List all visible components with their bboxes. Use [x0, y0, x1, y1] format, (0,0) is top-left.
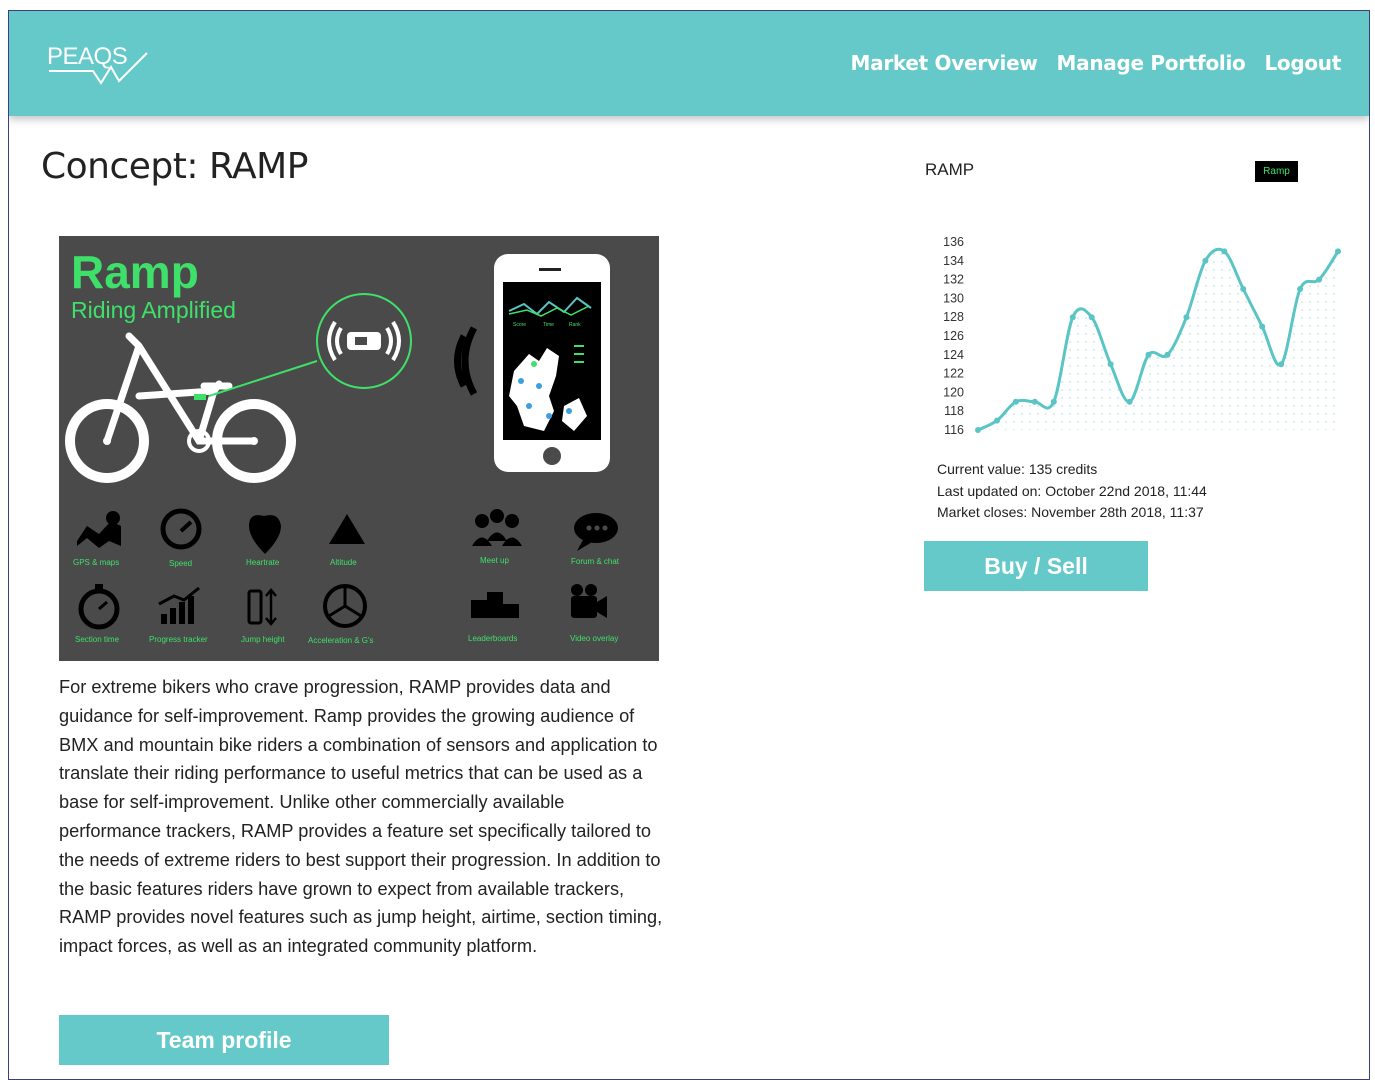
- leaderboards-icon: [471, 600, 487, 618]
- svg-text:Acceleration & G's: Acceleration & G's: [308, 636, 374, 645]
- svg-text:Score: Score: [513, 322, 526, 328]
- svg-text:GPS & maps: GPS & maps: [73, 558, 119, 567]
- chart-title: RAMP: [925, 160, 975, 179]
- svg-text:Progress tracker: Progress tracker: [149, 635, 208, 644]
- chart-legend-item[interactable]: Ramp: [1255, 161, 1298, 182]
- chart-data-point[interactable]: [1164, 351, 1171, 358]
- y-tick-label: 136: [943, 236, 964, 249]
- svg-text:Leaderboards: Leaderboards: [468, 634, 517, 643]
- y-tick-label: 126: [943, 329, 964, 343]
- chart-data-point[interactable]: [1050, 398, 1057, 405]
- signal-waves-icon: [454, 326, 478, 396]
- video-overlay-icon: [571, 596, 597, 618]
- current-value: Current value: 135 credits: [937, 461, 1098, 477]
- nav-links: Market Overview Manage Portfolio Logout: [851, 51, 1342, 75]
- y-tick-label: 128: [943, 310, 964, 324]
- svg-text:Heartrate: Heartrate: [246, 558, 280, 567]
- chart-data-point[interactable]: [1031, 398, 1038, 405]
- phone-icon: Score Time Rank: [494, 254, 610, 472]
- chart-data-point[interactable]: [1107, 361, 1114, 368]
- chart-data-point[interactable]: [1278, 361, 1285, 368]
- nav-manage-portfolio[interactable]: Manage Portfolio: [1057, 51, 1246, 75]
- chart-data-point[interactable]: [1183, 314, 1190, 321]
- svg-text:Time: Time: [543, 322, 554, 328]
- navbar: PEAQS Market Overview Manage Portfolio L…: [9, 11, 1369, 116]
- y-tick-label: 134: [943, 254, 964, 268]
- peaqs-logo[interactable]: PEAQS: [47, 41, 157, 85]
- heartrate-icon: [249, 515, 281, 554]
- chart-data-point[interactable]: [993, 417, 1000, 424]
- svg-text:Meet up: Meet up: [480, 556, 509, 565]
- buy-sell-button[interactable]: Buy / Sell: [924, 541, 1148, 591]
- nav-market-overview[interactable]: Market Overview: [851, 51, 1038, 75]
- svg-text:Forum & chat: Forum & chat: [571, 557, 620, 566]
- chart-data-point[interactable]: [1335, 248, 1341, 255]
- chart-data-point[interactable]: [1202, 257, 1209, 264]
- chart-data-point[interactable]: [975, 427, 981, 433]
- chart-data-point[interactable]: [1012, 398, 1019, 405]
- y-tick-label: 116: [944, 423, 964, 437]
- page-title: Concept: RAMP: [41, 146, 308, 187]
- jump-height-icon: [247, 589, 263, 625]
- nav-logout[interactable]: Logout: [1264, 51, 1341, 75]
- price-chart: 116 118 120 122 124 126 128 130 132 134 136: [943, 236, 1341, 437]
- chart-data-point[interactable]: [1069, 314, 1076, 321]
- brand-tagline: Riding Amplified: [71, 297, 236, 323]
- meet-up-icon: [475, 514, 489, 528]
- chart-data-point[interactable]: [1297, 286, 1304, 292]
- y-tick-label: 130: [943, 291, 964, 305]
- chart-data-point[interactable]: [1221, 248, 1228, 255]
- chart-data-point[interactable]: [1259, 323, 1266, 330]
- svg-text:Rank: Rank: [569, 322, 581, 328]
- svg-text:Speed: Speed: [169, 559, 192, 568]
- market-closes: Market closes: November 28th 2018, 11:37: [937, 504, 1204, 520]
- concept-image: Ramp Riding Amplified Score Time Rank GP…: [59, 236, 659, 661]
- feature-icons-row-1: [77, 508, 618, 554]
- y-tick-label: 118: [944, 404, 964, 418]
- browser-frame: PEAQS Market Overview Manage Portfolio L…: [8, 10, 1370, 1080]
- progress-tracker-icon: [161, 614, 167, 624]
- feature-icons-row-2: [78, 584, 607, 630]
- svg-text:Video overlay: Video overlay: [570, 634, 618, 643]
- y-tick-label: 132: [943, 273, 964, 287]
- gps-map-icon: [77, 521, 121, 548]
- bike-icon: [65, 332, 296, 483]
- chart-data-point[interactable]: [1316, 276, 1323, 283]
- chart-data-point[interactable]: [1088, 314, 1095, 321]
- last-updated: Last updated on: October 22nd 2018, 11:4…: [937, 482, 1207, 499]
- team-profile-button[interactable]: Team profile: [59, 1015, 389, 1065]
- market-info: Current value: 135 credits Last updated …: [937, 459, 1207, 524]
- y-tick-label: 120: [943, 385, 964, 399]
- sensor-icon: [327, 320, 401, 362]
- svg-text:Jump height: Jump height: [241, 635, 285, 644]
- y-tick-label: 122: [943, 367, 964, 381]
- chart-data-point[interactable]: [1240, 286, 1247, 292]
- svg-text:Section time: Section time: [75, 635, 120, 644]
- concept-description: For extreme bikers who crave progression…: [59, 677, 663, 957]
- logo-swoosh-icon: [49, 52, 148, 85]
- chart-data-point[interactable]: [1145, 351, 1152, 358]
- chart-data-point[interactable]: [1126, 398, 1133, 405]
- altitude-icon: [329, 514, 365, 544]
- svg-text:Altitude: Altitude: [330, 558, 357, 567]
- y-tick-label: 124: [943, 348, 964, 362]
- brand-logo-text: Ramp: [71, 246, 199, 298]
